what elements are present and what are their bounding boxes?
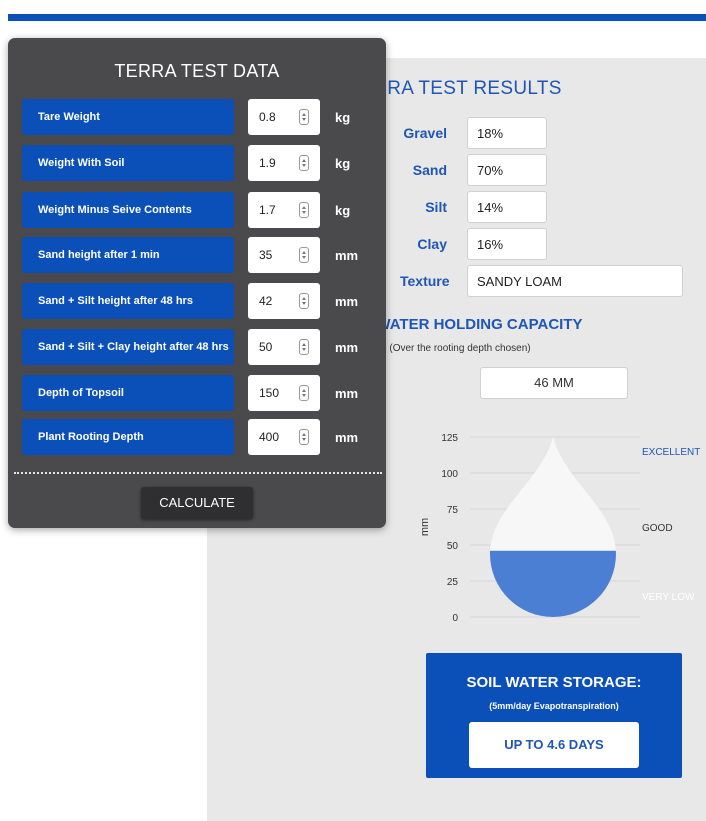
- input-row-tare-weight: Tare Weight 0.8 kg: [22, 99, 382, 135]
- input-label: Weight With Soil: [22, 145, 234, 181]
- storage-subtitle: (5mm/day Evapotranspiration): [489, 701, 619, 711]
- input-value: 50: [259, 340, 273, 354]
- input-row-sand-silt-clay-height: Sand + Silt + Clay height after 48 hrs 5…: [22, 329, 382, 365]
- input-label: Tare Weight: [22, 99, 234, 135]
- terra-test-data-panel: TERRA TEST DATA Tare Weight 0.8 kg Weigh…: [8, 38, 386, 528]
- top-accent-bar: [8, 14, 706, 21]
- unit-label: kg: [335, 109, 351, 125]
- input-row-depth-of-topsoil: Depth of Topsoil 150 mm: [22, 375, 382, 411]
- unit-label: mm: [335, 429, 359, 445]
- sand-silt-height-input[interactable]: 42: [248, 283, 320, 319]
- input-value: 400: [259, 430, 280, 444]
- stepper-icon[interactable]: [299, 155, 309, 171]
- input-label: Plant Rooting Depth: [22, 419, 234, 455]
- input-row-sand-height: Sand height after 1 min 35 mm: [22, 237, 382, 273]
- unit-label: kg: [335, 202, 351, 218]
- tare-weight-input[interactable]: 0.8: [248, 99, 320, 135]
- stepper-icon[interactable]: [299, 293, 309, 309]
- input-value: 35: [259, 248, 273, 262]
- input-label: Depth of Topsoil: [22, 375, 234, 411]
- result-value: 18%: [467, 117, 547, 149]
- soil-water-storage-panel: SOIL WATER STORAGE: (5mm/day Evapotransp…: [426, 653, 682, 778]
- input-value: 150: [259, 386, 280, 400]
- storage-title: SOIL WATER STORAGE:: [466, 674, 642, 691]
- divider: [14, 472, 382, 474]
- result-label: Silt: [425, 199, 447, 215]
- result-row-gravel: Gravel 18%: [400, 117, 547, 149]
- weight-minus-seive-input[interactable]: 1.7: [248, 192, 320, 228]
- plant-rooting-depth-input[interactable]: 400: [248, 419, 320, 455]
- swhc-value: 46 MM: [480, 367, 628, 399]
- unit-label: kg: [335, 155, 351, 171]
- sand-height-input[interactable]: 35: [248, 237, 320, 273]
- input-row-weight-with-soil: Weight With Soil 1.9 kg: [22, 145, 382, 181]
- input-label: Sand + Silt height after 48 hrs: [22, 283, 234, 319]
- input-row-weight-minus-seive: Weight Minus Seive Contents 1.7 kg: [22, 192, 382, 228]
- unit-label: mm: [335, 385, 359, 401]
- input-value: 1.9: [259, 156, 276, 170]
- result-row-texture: Texture SANDY LOAM: [400, 265, 683, 297]
- input-label: Weight Minus Seive Contents: [22, 192, 234, 228]
- stepper-icon[interactable]: [299, 429, 309, 445]
- result-label: Texture: [400, 273, 450, 289]
- input-value: 0.8: [259, 110, 276, 124]
- data-title: TERRA TEST DATA: [114, 61, 280, 81]
- result-label: Gravel: [403, 125, 447, 141]
- result-row-clay: Clay 16%: [400, 228, 547, 260]
- input-label: Sand + Silt + Clay height after 48 hrs: [22, 329, 234, 365]
- result-value: 14%: [467, 191, 547, 223]
- depth-of-topsoil-input[interactable]: 150: [248, 375, 320, 411]
- stepper-icon[interactable]: [299, 109, 309, 125]
- unit-label: mm: [335, 247, 359, 263]
- stepper-icon[interactable]: [299, 339, 309, 355]
- unit-label: mm: [335, 339, 359, 355]
- result-value-texture: SANDY LOAM: [467, 265, 683, 297]
- stepper-icon[interactable]: [299, 247, 309, 263]
- storage-value: UP TO 4.6 DAYS: [469, 722, 639, 768]
- stepper-icon[interactable]: [299, 385, 309, 401]
- input-label: Sand height after 1 min: [22, 237, 234, 273]
- result-row-silt: Silt 14%: [400, 191, 547, 223]
- calculate-button[interactable]: CALCULATE: [141, 487, 253, 519]
- result-label: Sand: [412, 162, 447, 178]
- result-label: Clay: [417, 236, 447, 252]
- input-row-plant-rooting-depth: Plant Rooting Depth 400 mm: [22, 419, 382, 455]
- weight-with-soil-input[interactable]: 1.9: [248, 145, 320, 181]
- stepper-icon[interactable]: [299, 202, 309, 218]
- result-value: 16%: [467, 228, 547, 260]
- unit-label: mm: [335, 293, 359, 309]
- input-value: 1.7: [259, 203, 276, 217]
- result-value: 70%: [467, 154, 547, 186]
- sand-silt-clay-height-input[interactable]: 50: [248, 329, 320, 365]
- input-value: 42: [259, 294, 273, 308]
- result-row-sand: Sand 70%: [400, 154, 547, 186]
- input-row-sand-silt-height: Sand + Silt height after 48 hrs 42 mm: [22, 283, 382, 319]
